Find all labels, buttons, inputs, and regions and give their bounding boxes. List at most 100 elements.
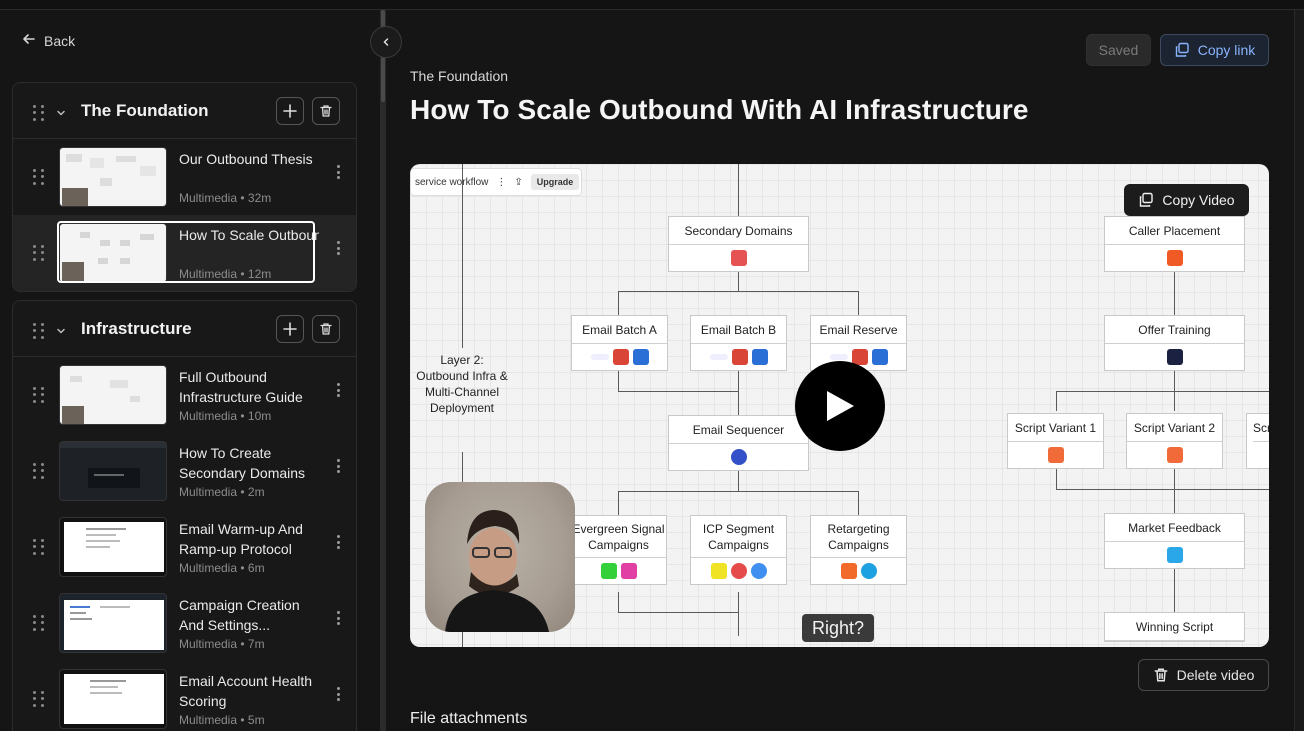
saved-button[interactable]: Saved xyxy=(1086,34,1151,66)
share-icon: ⇪ xyxy=(514,176,523,188)
trash-icon xyxy=(320,105,332,117)
more-options-icon[interactable] xyxy=(335,535,341,549)
drag-handle-icon[interactable] xyxy=(33,463,45,479)
lesson-meta: Multimedia • 6m xyxy=(179,561,265,575)
video-player[interactable]: service workflow ⋮ ⇪ Upgrade Layer 2: Ou… xyxy=(410,164,1269,647)
chevron-left-icon xyxy=(383,38,389,46)
list-item[interactable]: Campaign Creation And Settings... Multim… xyxy=(13,585,356,661)
section-title: The Foundation xyxy=(81,101,209,120)
delete-section-button[interactable] xyxy=(312,97,340,125)
drag-handle-icon[interactable] xyxy=(33,539,45,555)
more-icon: ⋮ xyxy=(496,176,507,188)
lesson-meta: Multimedia • 32m xyxy=(179,191,272,205)
copy-video-label: Copy Video xyxy=(1162,192,1235,208)
video-thumbnail xyxy=(59,593,167,653)
lesson-meta: Multimedia • 12m xyxy=(179,267,272,281)
trash-icon xyxy=(320,323,332,335)
section-the-foundation: The Foundation Our Outbound Thesis Multi… xyxy=(12,82,357,292)
delete-video-label: Delete video xyxy=(1176,667,1255,683)
lesson-title: Email Warm-up And Ramp-up Protocol xyxy=(179,521,303,557)
node-email-batch-a: Email Batch A xyxy=(571,315,668,371)
delete-video-button[interactable]: Delete video xyxy=(1138,659,1269,691)
node-winning-script: Winning Script xyxy=(1104,612,1245,642)
drag-handle-icon[interactable] xyxy=(33,245,45,261)
section-header: The Foundation xyxy=(13,83,356,139)
drag-handle-icon[interactable] xyxy=(33,169,45,185)
list-item[interactable]: Email Account Health Scoring Multimedia … xyxy=(13,661,356,731)
top-bar xyxy=(0,0,1304,10)
lesson-title: Our Outbound Thesis xyxy=(179,151,313,167)
more-options-icon[interactable] xyxy=(335,687,341,701)
list-item[interactable]: How To Create Secondary Domains Multimed… xyxy=(13,433,356,509)
list-item[interactable]: Full Outbound Infrastructure Guide Multi… xyxy=(13,357,356,433)
delete-section-button[interactable] xyxy=(312,315,340,343)
node-email-sequencer: Email Sequencer xyxy=(668,415,809,471)
back-label: Back xyxy=(44,32,76,49)
copy-link-label: Copy link xyxy=(1197,42,1256,58)
collapse-sidebar-button[interactable] xyxy=(370,26,402,58)
add-lesson-button[interactable] xyxy=(276,315,304,343)
play-icon xyxy=(827,391,854,421)
right-edge-panel xyxy=(1294,10,1304,731)
layer-label: Layer 2: Outbound Infra & Multi-Channel … xyxy=(416,353,508,415)
arrow-left-icon xyxy=(22,32,36,49)
section-infrastructure: Infrastructure Full Outbound Infrastruct… xyxy=(12,300,357,731)
copy-icon xyxy=(1140,192,1154,207)
lesson-title: How To Scale Outbound With AI... xyxy=(179,227,319,243)
lesson-title: Campaign Creation And Settings... xyxy=(179,597,300,633)
node-evergreen-campaigns: Evergreen Signal Campaigns xyxy=(570,515,667,585)
plus-icon xyxy=(283,322,297,336)
node-retargeting-campaigns: Retargeting Campaigns xyxy=(810,515,907,585)
video-thumbnail xyxy=(59,669,167,729)
chevron-down-icon[interactable] xyxy=(56,105,66,123)
drag-handle-icon[interactable] xyxy=(33,691,45,707)
list-item-active[interactable]: How To Scale Outbound With AI... Multime… xyxy=(13,215,356,291)
copy-link-button[interactable]: Copy link xyxy=(1160,34,1269,66)
lesson-meta: Multimedia • 5m xyxy=(179,713,265,727)
more-options-icon[interactable] xyxy=(335,241,341,255)
more-options-icon[interactable] xyxy=(335,165,341,179)
drag-handle-icon[interactable] xyxy=(33,615,45,631)
lesson-meta: Multimedia • 2m xyxy=(179,485,265,499)
video-whiteboard-toolbar: service workflow ⋮ ⇪ Upgrade xyxy=(410,168,582,196)
file-attachments-heading: File attachments xyxy=(410,710,528,727)
video-thumbnail xyxy=(59,517,167,577)
node-icp-segment-campaigns: ICP Segment Campaigns xyxy=(690,515,787,585)
list-item[interactable]: Our Outbound Thesis Multimedia • 32m xyxy=(13,139,356,215)
section-header: Infrastructure xyxy=(13,301,356,357)
copy-icon xyxy=(1175,42,1189,57)
lesson-title: Email Account Health Scoring xyxy=(179,673,313,709)
toolbar-text: service workflow xyxy=(415,176,489,188)
copy-video-button[interactable]: Copy Video xyxy=(1124,184,1249,216)
page-title: How To Scale Outbound With AI Infrastruc… xyxy=(410,94,1029,125)
node-caller-placement: Caller Placement xyxy=(1104,216,1245,272)
plus-icon xyxy=(283,104,297,118)
node-secondary-domains: Secondary Domains xyxy=(668,216,809,272)
drag-handle-icon[interactable] xyxy=(33,387,45,403)
lesson-meta: Multimedia • 7m xyxy=(179,637,265,651)
trash-icon xyxy=(1154,668,1168,682)
drag-handle-icon[interactable] xyxy=(33,105,45,121)
node-market-feedback: Market Feedback xyxy=(1104,513,1245,569)
lesson-meta: Multimedia • 10m xyxy=(179,409,272,423)
more-options-icon[interactable] xyxy=(335,611,341,625)
drag-handle-icon[interactable] xyxy=(33,323,45,339)
upgrade-label: Upgrade xyxy=(530,174,580,190)
node-script-variant-3: Scr xyxy=(1246,413,1269,469)
section-title: Infrastructure xyxy=(81,319,192,338)
more-options-icon[interactable] xyxy=(335,383,341,397)
breadcrumb[interactable]: The Foundation xyxy=(410,68,508,84)
node-script-variant-1: Script Variant 1 xyxy=(1007,413,1104,469)
main-content: Saved Copy link The Foundation How To Sc… xyxy=(386,10,1294,731)
video-thumbnail xyxy=(59,365,167,425)
more-options-icon[interactable] xyxy=(335,459,341,473)
video-thumbnail xyxy=(59,223,167,283)
chevron-down-icon[interactable] xyxy=(56,323,66,341)
list-item[interactable]: Email Warm-up And Ramp-up Protocol Multi… xyxy=(13,509,356,585)
add-lesson-button[interactable] xyxy=(276,97,304,125)
node-script-variant-2: Script Variant 2 xyxy=(1126,413,1223,469)
lesson-title: Full Outbound Infrastructure Guide xyxy=(179,369,303,405)
video-thumbnail xyxy=(59,441,167,501)
play-button[interactable] xyxy=(795,361,885,451)
back-button[interactable]: Back xyxy=(22,32,75,49)
